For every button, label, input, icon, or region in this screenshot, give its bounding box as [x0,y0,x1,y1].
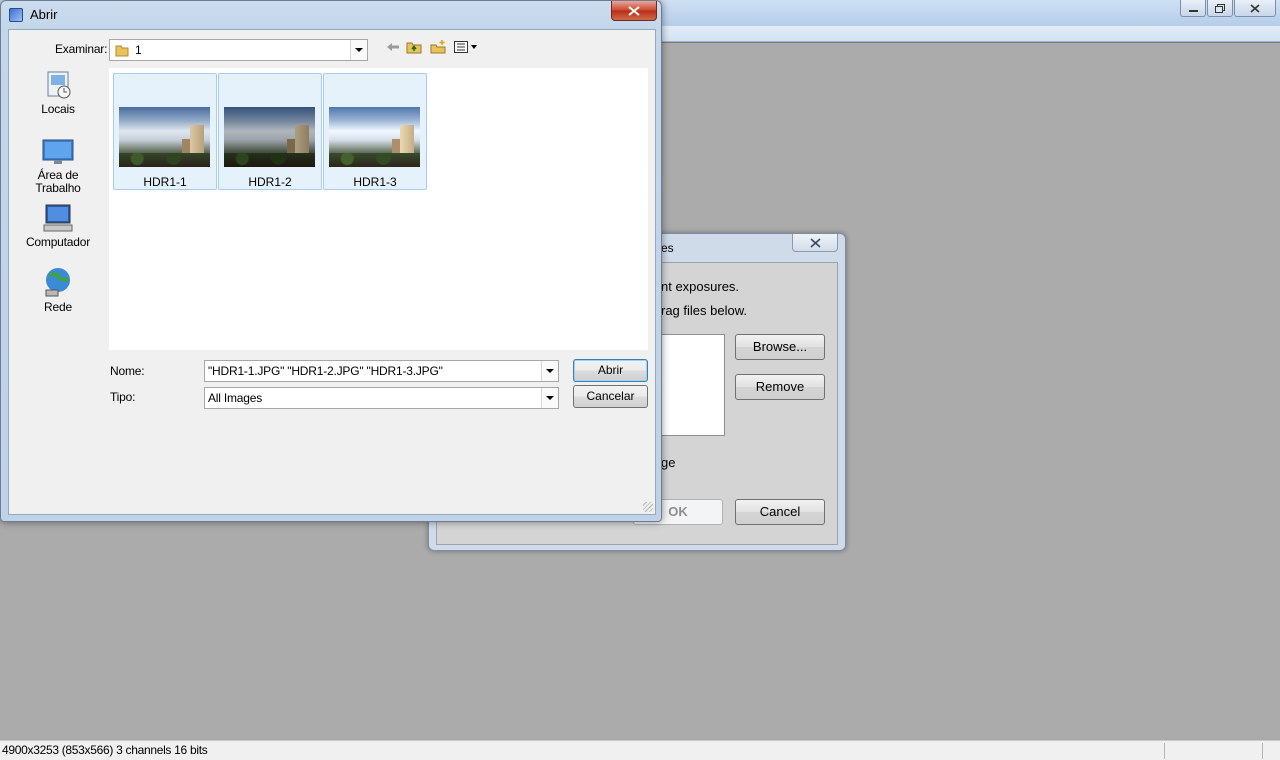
file-list[interactable] [652,334,725,436]
dialog-body: Examinar: 1 Locais Área de Trabalho Comp… [8,29,656,515]
file-name: HDR1-3 [353,175,397,189]
cancel-button[interactable]: Cancel [735,499,825,525]
file-type-dropdown[interactable]: All Images [204,387,559,409]
instruction-line-1: nt exposures. [661,279,740,294]
file-item[interactable]: HDR1-3 [323,73,427,190]
close-icon [1250,3,1260,13]
place-label: Computador [25,235,91,249]
minimize-icon [1188,10,1198,12]
file-item[interactable]: HDR1-2 [218,73,322,190]
app-window-controls [1180,0,1276,17]
app-icon [9,8,23,22]
look-in-arrow[interactable] [350,40,367,60]
image-thumbnail [119,107,210,167]
file-item[interactable]: HDR1-1 [113,73,217,190]
chevron-down-icon [355,48,363,52]
place-network[interactable]: Rede [9,266,107,314]
new-folder-button[interactable] [429,39,447,55]
new-folder-icon [430,40,446,54]
look-in-dropdown[interactable]: 1 [109,39,368,61]
back-button[interactable] [384,39,402,55]
place-computer[interactable]: Computador [9,203,107,249]
remove-button[interactable]: Remove [735,374,825,400]
browse-button[interactable]: Browse... [735,334,825,360]
dialog-close-button[interactable] [611,1,657,21]
minimize-button[interactable] [1180,0,1206,17]
instruction-line-2: rag files below. [661,303,747,318]
back-arrow-icon [387,43,399,51]
close-icon [809,237,821,248]
place-recent[interactable]: Locais [9,70,107,116]
bg-dialog-close-button[interactable] [792,234,838,252]
resize-grip[interactable] [643,502,653,512]
status-separator [1164,743,1165,759]
cancel-button[interactable]: Cancelar [573,385,648,408]
file-name-value: "HDR1-1.JPG" "HDR1-2.JPG" "HDR1-3.JPG" [208,364,443,378]
network-icon [45,268,70,297]
place-label: Rede [44,300,72,314]
option-label: ge [661,455,676,470]
view-menu-button[interactable] [453,39,479,55]
file-type-label: Tipo: [110,390,136,404]
place-label: Área de Trabalho [35,168,81,195]
look-in-label: Examinar: [55,42,108,56]
file-type-value: All Images [208,391,263,405]
view-menu-icon [454,41,477,53]
look-in-value: 1 [135,43,142,57]
recent-places-icon [47,71,71,99]
file-name: HDR1-2 [248,175,292,189]
file-name-input[interactable]: "HDR1-1.JPG" "HDR1-2.JPG" "HDR1-3.JPG" [204,360,559,382]
desktop-icon [42,139,74,164]
folder-icon [115,45,129,57]
restore-icon [1215,3,1225,13]
status-text: 4900x3253 (853x566) 3 channels 16 bits [2,743,208,757]
up-folder-icon [406,42,422,54]
status-bar: 4900x3253 (853x566) 3 channels 16 bits [0,740,1280,760]
file-name: HDR1-1 [143,175,187,189]
dialog-title: Abrir [30,7,58,22]
image-thumbnail [224,107,315,167]
open-file-dialog: Abrir Examinar: 1 Locais Área de Trabalh… [0,0,662,522]
chevron-down-icon [546,369,554,373]
file-name-label: Nome: [110,364,145,378]
place-desktop[interactable]: Área de Trabalho [9,138,107,195]
restore-button[interactable] [1207,0,1233,17]
up-folder-button[interactable] [405,39,423,55]
file-list-view[interactable]: HDR1-1 HDR1-2 HDR1-3 [108,67,649,351]
open-button[interactable]: Abrir [573,359,648,382]
image-thumbnail [329,107,420,167]
status-separator [1262,743,1263,759]
chevron-down-icon [546,396,554,400]
close-icon [628,5,640,16]
computer-icon [43,204,73,232]
app-close-button[interactable] [1234,0,1276,17]
file-name-arrow[interactable] [541,361,558,381]
file-type-arrow[interactable] [541,388,558,408]
bg-dialog-title: es [661,241,674,255]
place-label: Locais [41,102,75,116]
